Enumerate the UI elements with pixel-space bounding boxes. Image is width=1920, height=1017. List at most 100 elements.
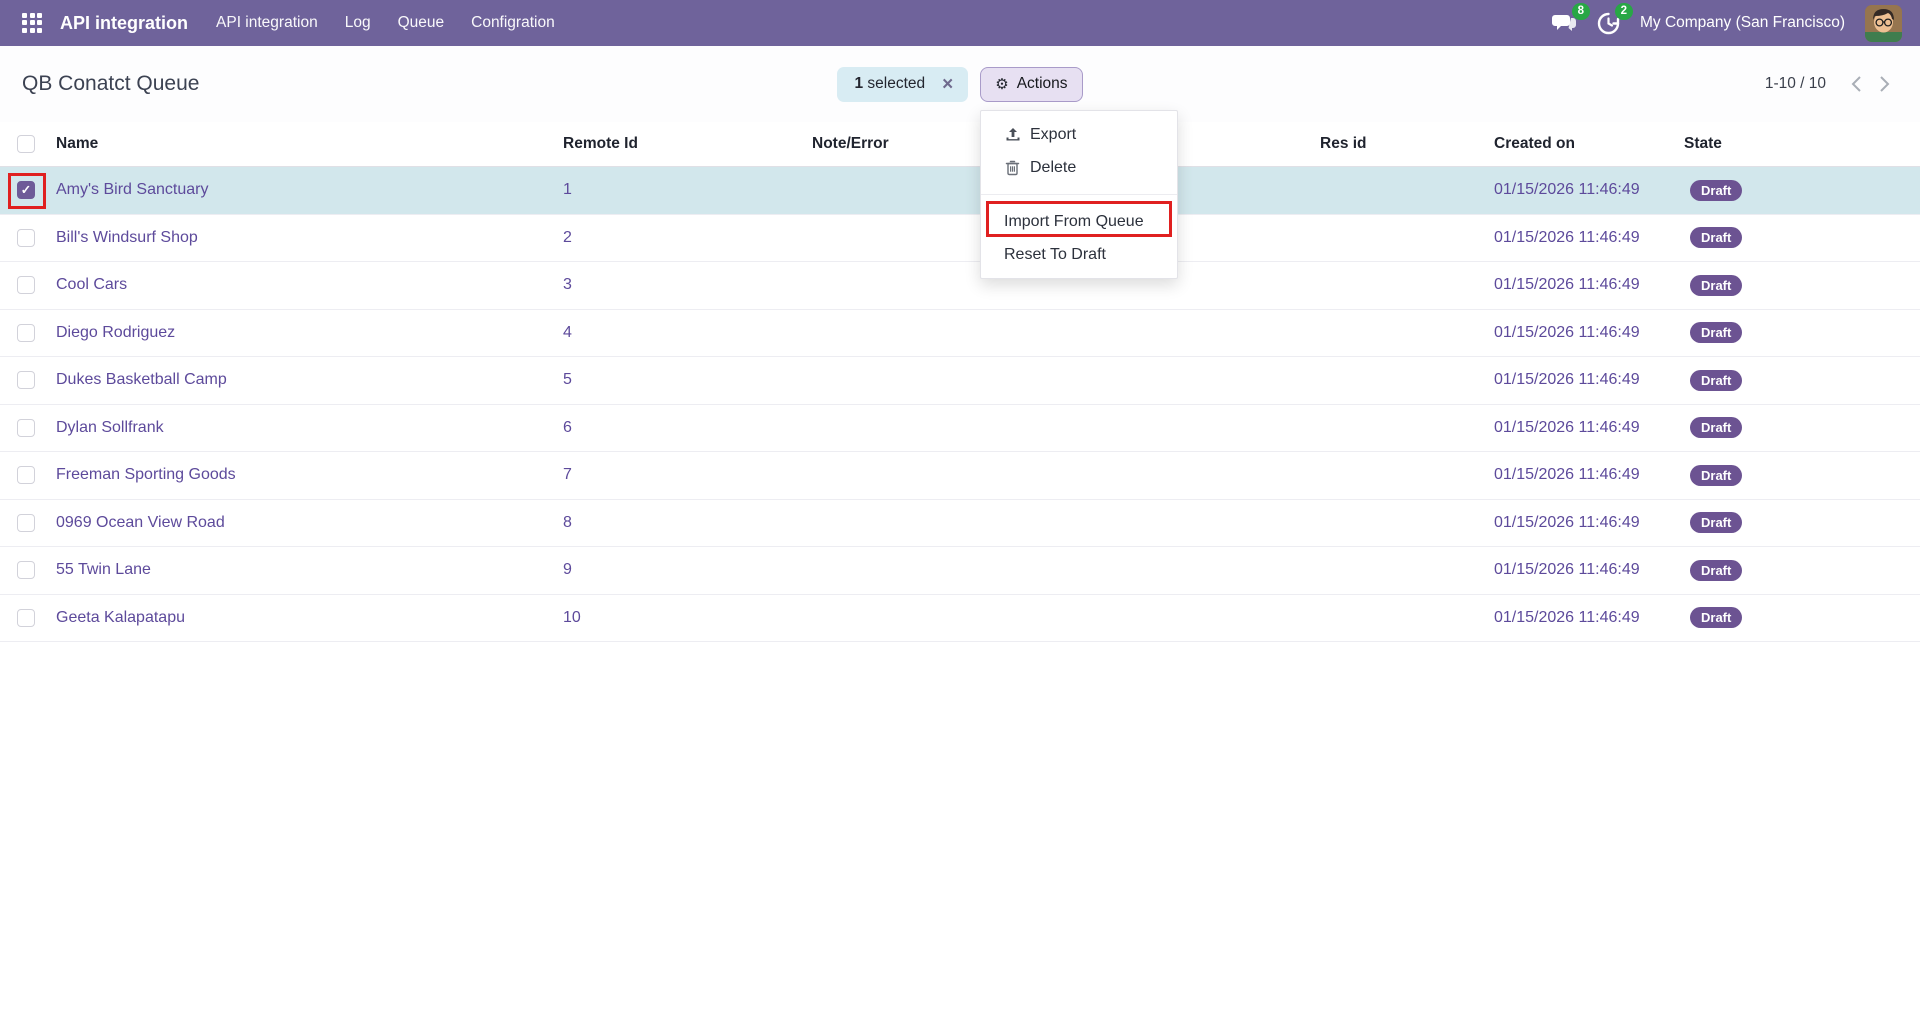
- cell-name[interactable]: Freeman Sporting Goods: [44, 466, 551, 484]
- cell-name[interactable]: Bill's Windsurf Shop: [44, 229, 551, 247]
- trash-icon: [1004, 160, 1021, 176]
- cell-created-on[interactable]: 01/15/2026 11:46:49: [1482, 514, 1672, 532]
- cell-created-on[interactable]: 01/15/2026 11:46:49: [1482, 561, 1672, 579]
- column-header-created-on[interactable]: Created on: [1482, 135, 1672, 153]
- row-checkbox[interactable]: [17, 276, 35, 294]
- state-badge: Draft: [1690, 275, 1742, 296]
- state-badge: Draft: [1690, 180, 1742, 201]
- menu-item-export[interactable]: Export: [981, 118, 1177, 151]
- messages-icon[interactable]: 8: [1552, 12, 1577, 34]
- page-title: QB Conatct Queue: [22, 72, 199, 95]
- row-checkbox-cell: [0, 371, 44, 389]
- activities-icon[interactable]: 2: [1597, 12, 1620, 35]
- cell-remote-id[interactable]: 10: [551, 609, 800, 627]
- row-checkbox-checked[interactable]: ✓: [17, 181, 35, 199]
- state-badge: Draft: [1690, 465, 1742, 486]
- row-checkbox-cell: [0, 514, 44, 532]
- column-header-state[interactable]: State: [1672, 135, 1920, 153]
- cell-remote-id[interactable]: 3: [551, 276, 800, 294]
- cell-remote-id[interactable]: 5: [551, 371, 800, 389]
- table-row[interactable]: Dukes Basketball Camp5 01/15/2026 11:46:4…: [0, 357, 1920, 405]
- cell-remote-id[interactable]: 6: [551, 419, 800, 437]
- cell-remote-id[interactable]: 7: [551, 466, 800, 484]
- cell-name[interactable]: 55 Twin Lane: [44, 561, 551, 579]
- cell-state: Draft: [1672, 607, 1920, 628]
- cell-name[interactable]: Geeta Kalapatapu: [44, 609, 551, 627]
- table-row[interactable]: 0969 Ocean View Road8 01/15/2026 11:46:49…: [0, 500, 1920, 548]
- nav-item-api-integration[interactable]: API integration: [216, 14, 318, 32]
- table-row[interactable]: Dylan Sollfrank6 01/15/2026 11:46:49Draft: [0, 405, 1920, 453]
- cell-name[interactable]: Cool Cars: [44, 276, 551, 294]
- nav-item-log[interactable]: Log: [345, 14, 371, 32]
- cell-remote-id[interactable]: 2: [551, 229, 800, 247]
- table-row[interactable]: Diego Rodriguez4 01/15/2026 11:46:49Draft: [0, 310, 1920, 358]
- state-badge: Draft: [1690, 512, 1742, 533]
- pager-previous-button[interactable]: [1842, 70, 1870, 98]
- close-icon[interactable]: ×: [940, 75, 955, 94]
- select-all-checkbox[interactable]: [17, 135, 35, 153]
- apps-grid-icon[interactable]: [22, 13, 43, 34]
- table-body: ✓ Amy's Bird Sanctuary1 01/15/2026 11:46:4…: [0, 167, 1920, 642]
- row-checkbox[interactable]: [17, 514, 35, 532]
- nav-item-configration[interactable]: Configration: [471, 14, 555, 32]
- cell-name[interactable]: Dukes Basketball Camp: [44, 371, 551, 389]
- row-checkbox[interactable]: [17, 466, 35, 484]
- cell-remote-id[interactable]: 4: [551, 324, 800, 342]
- table-row[interactable]: Bill's Windsurf Shop2 01/15/2026 11:46:49…: [0, 215, 1920, 263]
- menu-item-reset-to-draft[interactable]: Reset To Draft: [981, 238, 1177, 271]
- table-header-row: Name Remote Id Note/Error Res id Created…: [0, 122, 1920, 167]
- activities-badge: 2: [1615, 3, 1633, 20]
- cell-created-on[interactable]: 01/15/2026 11:46:49: [1482, 466, 1672, 484]
- menu-item-import-from-queue[interactable]: Import From Queue: [981, 205, 1177, 238]
- cell-created-on[interactable]: 01/15/2026 11:46:49: [1482, 229, 1672, 247]
- cell-created-on[interactable]: 01/15/2026 11:46:49: [1482, 324, 1672, 342]
- app-name[interactable]: API integration: [60, 13, 188, 34]
- table-row[interactable]: Geeta Kalapatapu10 01/15/2026 11:46:49Dra…: [0, 595, 1920, 643]
- cell-state: Draft: [1672, 180, 1920, 201]
- cell-created-on[interactable]: 01/15/2026 11:46:49: [1482, 419, 1672, 437]
- cell-state: Draft: [1672, 512, 1920, 533]
- cell-created-on[interactable]: 01/15/2026 11:46:49: [1482, 276, 1672, 294]
- cell-name[interactable]: Diego Rodriguez: [44, 324, 551, 342]
- cell-name[interactable]: Amy's Bird Sanctuary: [44, 181, 551, 199]
- cell-state: Draft: [1672, 417, 1920, 438]
- column-header-res-id[interactable]: Res id: [1308, 135, 1482, 153]
- table-row[interactable]: Freeman Sporting Goods7 01/15/2026 11:46:…: [0, 452, 1920, 500]
- column-header-name[interactable]: Name: [44, 135, 551, 153]
- menu-item-label: Import From Queue: [1004, 213, 1144, 231]
- dropdown-divider: [981, 194, 1177, 195]
- row-checkbox[interactable]: [17, 229, 35, 247]
- avatar-image: [1865, 5, 1902, 42]
- menu-item-label: Export: [1030, 126, 1076, 144]
- cell-created-on[interactable]: 01/15/2026 11:46:49: [1482, 609, 1672, 627]
- row-checkbox[interactable]: [17, 561, 35, 579]
- cell-created-on[interactable]: 01/15/2026 11:46:49: [1482, 371, 1672, 389]
- table-row[interactable]: ✓ Amy's Bird Sanctuary1 01/15/2026 11:46:4…: [0, 167, 1920, 215]
- row-checkbox[interactable]: [17, 609, 35, 627]
- cell-state: Draft: [1672, 322, 1920, 343]
- cell-name[interactable]: 0969 Ocean View Road: [44, 514, 551, 532]
- row-checkbox[interactable]: [17, 419, 35, 437]
- cell-remote-id[interactable]: 1: [551, 181, 800, 199]
- table-row[interactable]: Cool Cars3 01/15/2026 11:46:49 Draft: [0, 262, 1920, 310]
- cell-name[interactable]: Dylan Sollfrank: [44, 419, 551, 437]
- actions-dropdown-menu: Export Delete Import From Queue Reset To Dr…: [980, 110, 1178, 279]
- table-row[interactable]: 55 Twin Lane901/15/2026 11:46:49Draft: [0, 547, 1920, 595]
- row-checkbox[interactable]: [17, 371, 35, 389]
- actions-button[interactable]: ⚙ Actions: [980, 67, 1082, 102]
- company-switcher[interactable]: My Company (San Francisco): [1640, 14, 1845, 32]
- cell-remote-id[interactable]: 8: [551, 514, 800, 532]
- state-badge: Draft: [1690, 370, 1742, 391]
- nav-item-queue[interactable]: Queue: [398, 14, 445, 32]
- row-checkbox-cell: [0, 276, 44, 294]
- cell-remote-id[interactable]: 9: [551, 561, 800, 579]
- column-header-remote-id[interactable]: Remote Id: [551, 135, 800, 153]
- menu-item-delete[interactable]: Delete: [981, 151, 1177, 184]
- user-avatar[interactable]: [1865, 5, 1902, 42]
- pager-range: 1-10 / 10: [1765, 75, 1826, 93]
- pager-next-button[interactable]: [1870, 70, 1898, 98]
- top-navbar: API integration API integration Log Queue C…: [0, 0, 1920, 46]
- navbar-right: 8 2 My Company (San Francisco): [1552, 5, 1902, 42]
- cell-created-on[interactable]: 01/15/2026 11:46:49: [1482, 181, 1672, 199]
- row-checkbox[interactable]: [17, 324, 35, 342]
